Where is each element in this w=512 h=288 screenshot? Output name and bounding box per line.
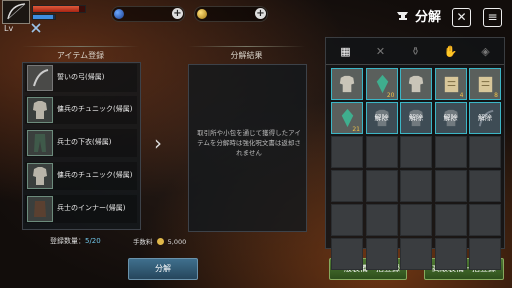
empty-slot[interactable] bbox=[365, 136, 398, 168]
inner-armor-icon bbox=[27, 196, 53, 222]
inventory-slot[interactable]: 4 bbox=[434, 68, 467, 100]
list-item[interactable]: 兵士の下衣(帰属) bbox=[25, 129, 137, 157]
currency-blue-gem: + bbox=[111, 6, 185, 22]
mp-bar bbox=[32, 14, 56, 20]
empty-slot[interactable] bbox=[434, 238, 467, 270]
empty-slot[interactable] bbox=[331, 204, 363, 236]
menu-icon: ≡ bbox=[487, 10, 498, 24]
empty-slot[interactable] bbox=[331, 136, 363, 168]
empty-slot[interactable] bbox=[400, 204, 432, 236]
bow-icon bbox=[27, 65, 53, 91]
item-name: 誓いの弓(帰属) bbox=[57, 73, 105, 81]
divider bbox=[22, 46, 139, 47]
divider bbox=[326, 64, 504, 65]
inventory-slot[interactable]: 解除 bbox=[400, 102, 432, 134]
crossed-swords-icon: ✕ bbox=[375, 45, 386, 58]
item-count: 4 bbox=[459, 92, 464, 99]
flask-icon: ⚱ bbox=[410, 45, 421, 58]
item-name: 傭兵のチュニック(帰属) bbox=[57, 105, 133, 113]
gem-icon: ◈ bbox=[481, 45, 490, 58]
hand-icon: ✋ bbox=[443, 45, 458, 58]
item-name: 兵士の下衣(帰属) bbox=[57, 138, 112, 146]
empty-slot[interactable] bbox=[400, 170, 432, 202]
result-notice: 取引所や小包を通じて獲得したアイ テムを分解時は強化呪文書は返却さ れません bbox=[197, 129, 301, 157]
item-count: 21 bbox=[352, 126, 360, 133]
inventory-slot[interactable] bbox=[331, 68, 363, 100]
item-name: 傭兵のチュニック(帰属) bbox=[57, 171, 133, 179]
result-heading: 分解結果 bbox=[230, 51, 263, 60]
add-gold-button[interactable]: + bbox=[255, 8, 266, 19]
pants-icon bbox=[27, 130, 53, 156]
empty-slot[interactable] bbox=[331, 170, 363, 202]
inventory-slot[interactable]: 8 bbox=[469, 68, 501, 100]
list-item[interactable]: 傭兵のチュニック(帰属) bbox=[25, 162, 137, 190]
close-button[interactable]: ✕ bbox=[452, 8, 471, 27]
inventory-slot[interactable] bbox=[400, 68, 432, 100]
release-label: 解除 bbox=[435, 103, 466, 133]
add-gem-button[interactable]: + bbox=[172, 8, 183, 19]
decompose-button[interactable]: 分解 bbox=[128, 258, 198, 280]
tab-all[interactable]: ▦ bbox=[329, 41, 362, 63]
empty-slot[interactable] bbox=[469, 170, 501, 202]
hp-bar bbox=[32, 5, 86, 13]
empty-slot[interactable] bbox=[434, 136, 467, 168]
page-title: 分解 bbox=[415, 10, 442, 25]
empty-slot[interactable] bbox=[400, 238, 432, 270]
bow-icon bbox=[7, 3, 26, 20]
tab-armor[interactable]: ⚱ bbox=[399, 41, 432, 63]
release-label: 解除 bbox=[401, 103, 431, 133]
armor-icon bbox=[27, 97, 53, 123]
chevron-right-icon: › bbox=[154, 131, 162, 155]
inventory-panel: ▦ ✕ ⚱ ✋ ◈ 20 4 8 21 解除 解除 解除 解除 bbox=[325, 37, 505, 270]
item-count: 20 bbox=[386, 92, 395, 99]
tab-misc[interactable]: ◈ bbox=[469, 41, 502, 63]
item-count: 8 bbox=[494, 92, 498, 99]
empty-slot[interactable] bbox=[469, 238, 501, 270]
crossed-swords-icon bbox=[31, 23, 41, 33]
gold-coin-icon bbox=[156, 238, 164, 245]
item-register-list: 誓いの弓(帰属) 傭兵のチュニック(帰属) 兵士の下衣(帰属) 傭兵のチュニック… bbox=[22, 62, 141, 230]
register-count: 登録数量：5/20 bbox=[50, 237, 101, 245]
armor-icon bbox=[27, 163, 53, 189]
release-label: 解除 bbox=[366, 103, 397, 133]
divider bbox=[188, 46, 305, 47]
empty-slot[interactable] bbox=[469, 204, 501, 236]
item-register-heading: アイテム登録 bbox=[56, 51, 105, 60]
gem-icon bbox=[114, 9, 124, 19]
tab-weapons[interactable]: ✕ bbox=[364, 41, 397, 63]
currency-gold: + bbox=[194, 6, 268, 22]
gold-coin-icon bbox=[197, 9, 207, 19]
empty-slot[interactable] bbox=[469, 136, 501, 168]
anvil-icon bbox=[397, 12, 408, 20]
menu-button[interactable]: ≡ bbox=[483, 8, 502, 27]
empty-slot[interactable] bbox=[365, 170, 398, 202]
inventory-slot[interactable]: 解除 bbox=[365, 102, 398, 134]
empty-slot[interactable] bbox=[365, 238, 398, 270]
empty-slot[interactable] bbox=[434, 170, 467, 202]
level-label: Lv bbox=[4, 24, 14, 33]
empty-slot[interactable] bbox=[331, 238, 363, 270]
release-label: 解除 bbox=[470, 103, 500, 133]
inventory-slot[interactable]: 解除 bbox=[469, 102, 501, 134]
armor-icon bbox=[408, 75, 424, 93]
empty-slot[interactable] bbox=[365, 204, 398, 236]
armor-icon bbox=[339, 75, 355, 93]
list-item[interactable]: 兵士のインナー(帰属) bbox=[25, 195, 137, 223]
fee-display: 手数料 5,000 bbox=[133, 238, 187, 246]
inventory-slot[interactable]: 解除 bbox=[434, 102, 467, 134]
inventory-slot[interactable]: 21 bbox=[331, 102, 363, 134]
item-name: 兵士のインナー(帰属) bbox=[57, 204, 126, 212]
character-portrait[interactable] bbox=[2, 0, 30, 24]
list-item[interactable]: 傭兵のチュニック(帰属) bbox=[25, 96, 137, 124]
empty-slot[interactable] bbox=[400, 136, 432, 168]
close-icon: ✕ bbox=[456, 10, 467, 24]
empty-slot[interactable] bbox=[434, 204, 467, 236]
inventory-slot[interactable]: 20 bbox=[365, 68, 398, 100]
grid-icon: ▦ bbox=[340, 45, 351, 58]
tab-accessory[interactable]: ✋ bbox=[434, 41, 467, 63]
list-item[interactable]: 誓いの弓(帰属) bbox=[25, 64, 137, 92]
